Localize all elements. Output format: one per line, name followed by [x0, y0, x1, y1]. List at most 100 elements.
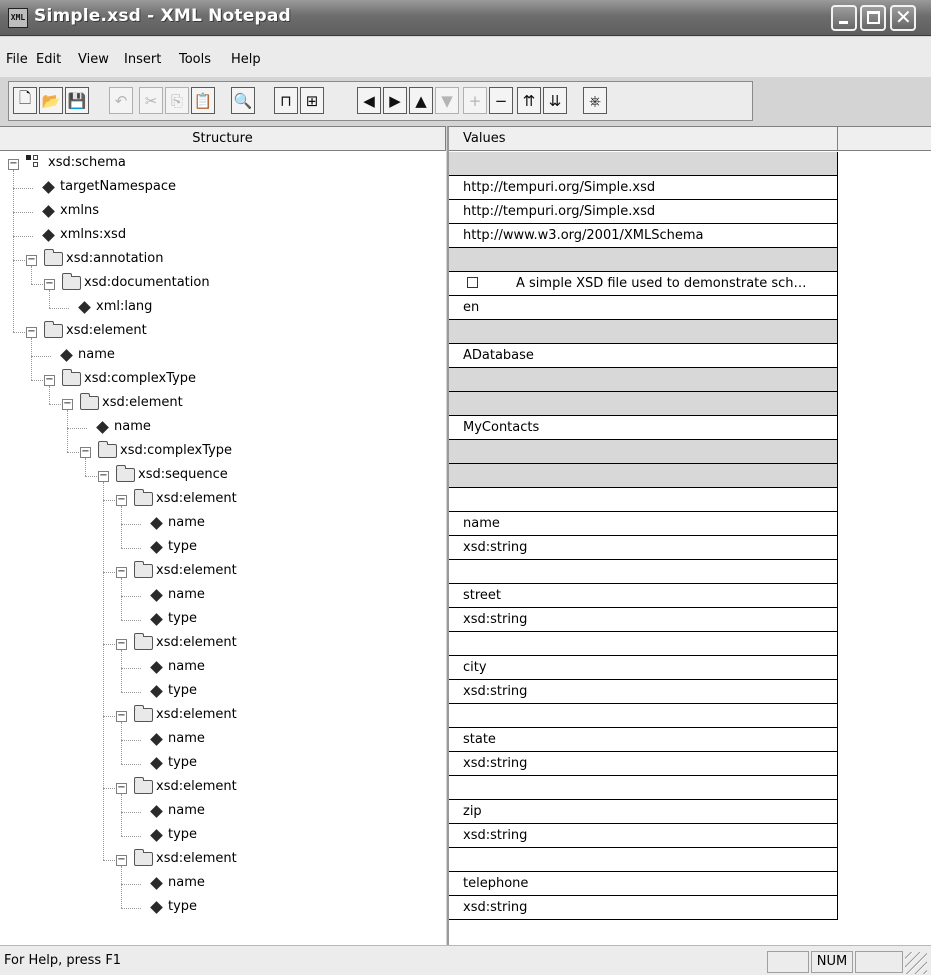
menu-view[interactable]: View [78, 52, 109, 67]
expand-plus-button[interactable]: + [463, 87, 487, 114]
structure-pane[interactable]: Structure − xsd:schema targetNamespace xmln… [0, 126, 446, 945]
value-cell[interactable]: xsd:string [449, 608, 838, 632]
value-cell[interactable] [449, 848, 838, 872]
paste-clipboard-button[interactable]: 📋 [191, 87, 215, 114]
value-cell[interactable]: xsd:string [449, 536, 838, 560]
collapse-minus-button[interactable]: − [489, 87, 513, 114]
values-column-header[interactable]: Values [449, 127, 838, 151]
save-disk-button[interactable]: 💾 [65, 87, 89, 114]
value-cell[interactable]: MyContacts [449, 416, 838, 440]
tree-node-row[interactable]: name [0, 584, 446, 608]
tree-node-row[interactable]: type [0, 536, 446, 560]
tree-node-row[interactable]: type [0, 752, 446, 776]
collapse-toggle-icon[interactable]: − [116, 495, 127, 506]
value-cell[interactable]: xsd:string [449, 680, 838, 704]
resize-grip-icon[interactable] [905, 952, 927, 974]
collapse-toggle-icon[interactable]: − [116, 639, 127, 650]
menu-file[interactable]: File [6, 52, 28, 67]
collapse-toggle-icon[interactable]: − [80, 447, 91, 458]
tree-node-row[interactable]: − xsd:element [0, 320, 446, 344]
tree-node-row[interactable]: − xsd:element [0, 848, 446, 872]
tree-node-row[interactable]: − xsd:complexType [0, 440, 446, 464]
tree-node-row[interactable]: name [0, 344, 446, 368]
menu-edit[interactable]: Edit [36, 52, 61, 67]
title-bar[interactable]: XML Simple.xsd - XML Notepad ✕ [0, 0, 931, 36]
value-cell[interactable]: http://www.w3.org/2001/XMLSchema [449, 224, 838, 248]
value-cell[interactable]: telephone [449, 872, 838, 896]
arrow-up-button[interactable]: ▲ [409, 87, 433, 114]
arrow-right-button[interactable]: ▶ [383, 87, 407, 114]
value-cell[interactable]: http://tempuri.org/Simple.xsd [449, 200, 838, 224]
undo-button[interactable]: ↶ [109, 87, 133, 114]
value-cell[interactable] [449, 368, 838, 392]
tree-node-row[interactable]: − xsd:element [0, 704, 446, 728]
tree-node-row[interactable]: xmlns [0, 200, 446, 224]
tree-node-row[interactable]: name [0, 728, 446, 752]
tree-node-row[interactable]: − xsd:annotation [0, 248, 446, 272]
value-cell[interactable]: xsd:string [449, 896, 838, 920]
tree-node-row[interactable]: − xsd:schema [0, 152, 446, 176]
values-pane[interactable]: Values http://tempuri.org/Simple.xsd http… [447, 126, 931, 945]
maximize-button[interactable] [860, 5, 886, 31]
tree-node-row[interactable]: − xsd:element [0, 488, 446, 512]
value-cell[interactable] [449, 152, 838, 176]
value-cell[interactable]: name [449, 512, 838, 536]
tree-node-row[interactable]: name [0, 656, 446, 680]
value-cell[interactable] [449, 320, 838, 344]
value-cell[interactable]: zip [449, 800, 838, 824]
arrow-down-button[interactable]: ▼ [435, 87, 459, 114]
tree-node-row[interactable]: targetNamespace [0, 176, 446, 200]
menu-tools[interactable]: Tools [179, 52, 211, 67]
tree-node-row[interactable]: type [0, 824, 446, 848]
minimize-button[interactable] [831, 5, 857, 31]
collapse-toggle-icon[interactable]: − [116, 567, 127, 578]
value-cell[interactable]: ADatabase [449, 344, 838, 368]
collapse-toggle-icon[interactable]: − [116, 855, 127, 866]
tree-node-row[interactable]: type [0, 896, 446, 920]
new-document-button[interactable]: 🗋 [13, 87, 37, 114]
value-cell[interactable]: http://tempuri.org/Simple.xsd [449, 176, 838, 200]
collapse-toggle-icon[interactable]: − [8, 159, 19, 170]
tree-node-row[interactable]: type [0, 608, 446, 632]
tree-node-row[interactable]: name [0, 416, 446, 440]
value-cell[interactable] [449, 560, 838, 584]
value-cell[interactable] [449, 704, 838, 728]
collapse-toggle-icon[interactable]: − [26, 327, 37, 338]
menu-insert[interactable]: Insert [124, 52, 161, 67]
insert-element-button[interactable]: ⊓ [274, 87, 298, 114]
tree-node-row[interactable]: − xsd:complexType [0, 368, 446, 392]
collapse-toggle-icon[interactable]: − [62, 399, 73, 410]
value-cell[interactable]: xsd:string [449, 752, 838, 776]
tree-node-row[interactable]: − xsd:sequence [0, 464, 446, 488]
value-cell[interactable]: en [449, 296, 838, 320]
tree-node-row[interactable]: − xsd:element [0, 632, 446, 656]
sort-ascending-button[interactable]: ⇈ [517, 87, 541, 114]
collapse-toggle-icon[interactable]: − [44, 279, 55, 290]
value-cell[interactable] [449, 464, 838, 488]
value-cell[interactable] [449, 248, 838, 272]
tree-node-row[interactable]: − xsd:element [0, 560, 446, 584]
value-cell[interactable] [449, 776, 838, 800]
value-cell[interactable] [449, 392, 838, 416]
find-binoculars-button[interactable]: 🔍 [231, 87, 255, 114]
collapse-toggle-icon[interactable]: − [26, 255, 37, 266]
tree-node-row[interactable]: xml:lang [0, 296, 446, 320]
value-cell[interactable]: A simple XSD file used to demonstrate sc… [449, 272, 838, 296]
value-cell[interactable] [449, 632, 838, 656]
value-cell[interactable]: city [449, 656, 838, 680]
schema-book-button[interactable]: ⎈ [583, 87, 607, 114]
value-cell[interactable]: xsd:string [449, 824, 838, 848]
cut-scissors-button[interactable]: ✂ [139, 87, 163, 114]
sort-descending-button[interactable]: ⇊ [543, 87, 567, 114]
tree-node-row[interactable]: name [0, 512, 446, 536]
collapse-toggle-icon[interactable]: − [44, 375, 55, 386]
value-cell[interactable] [449, 488, 838, 512]
collapse-toggle-icon[interactable]: − [98, 471, 109, 482]
tree-node-row[interactable]: type [0, 680, 446, 704]
tree-node-row[interactable]: name [0, 872, 446, 896]
structure-column-header[interactable]: Structure [0, 127, 446, 151]
tree-node-row[interactable]: − xsd:documentation [0, 272, 446, 296]
open-folder-button[interactable]: 📂 [39, 87, 63, 114]
copy-button[interactable]: ⎘ [165, 87, 189, 114]
arrow-left-button[interactable]: ◀ [357, 87, 381, 114]
